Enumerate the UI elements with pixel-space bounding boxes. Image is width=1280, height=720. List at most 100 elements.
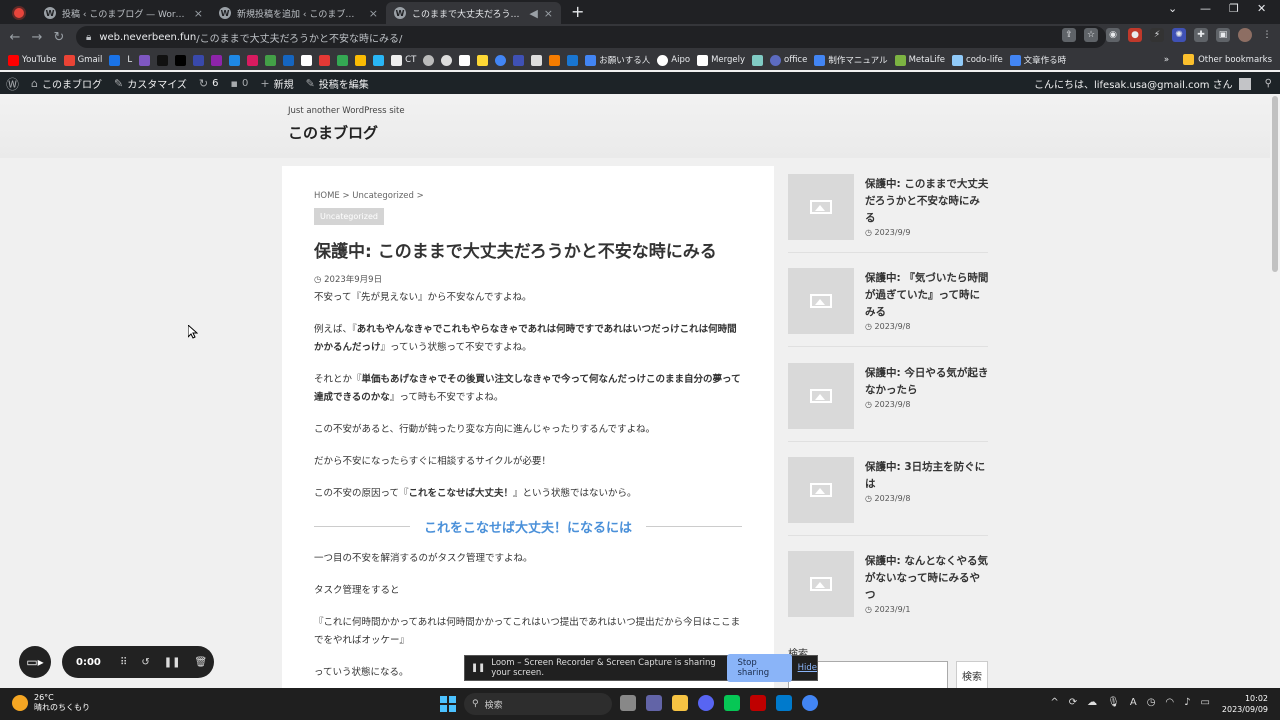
discord-icon[interactable] xyxy=(698,695,714,711)
bookmark-star-icon[interactable]: ☆ xyxy=(1084,28,1098,42)
puzzle-icon[interactable]: ✚ xyxy=(1194,28,1208,42)
bookmark-icon-item[interactable] xyxy=(423,54,435,66)
line-icon[interactable] xyxy=(724,695,740,711)
file-explorer-icon[interactable] xyxy=(672,695,688,711)
bookmark-icon-item[interactable] xyxy=(139,54,151,66)
tab-posts[interactable]: W 投稿 ‹ このまブログ — WordPress × xyxy=(36,2,211,24)
pause-icon[interactable]: ❚❚ xyxy=(164,657,181,668)
wp-customize-link[interactable]: ✎ カスタマイズ xyxy=(108,76,193,91)
microphone-icon[interactable]: 🎙︎ xyxy=(1107,697,1120,708)
trash-icon[interactable]: 🗑︎ xyxy=(194,657,207,668)
cloud-icon[interactable]: ☁ xyxy=(1087,697,1097,708)
bookmark-icon-item[interactable] xyxy=(495,54,507,66)
task-view-icon[interactable] xyxy=(620,695,636,711)
bookmark-icon-item[interactable] xyxy=(567,54,579,66)
category-badge[interactable]: Uncategorized xyxy=(314,208,384,225)
hide-button[interactable]: Hide xyxy=(798,663,817,673)
clock-app-icon[interactable]: ◷ xyxy=(1147,697,1156,708)
bookmark-icon-item[interactable] xyxy=(355,54,367,66)
post-thumbnail-placeholder[interactable] xyxy=(788,363,854,429)
wp-new-link[interactable]: + 新規 xyxy=(254,76,299,91)
share-icon[interactable]: ⇪ xyxy=(1062,28,1076,42)
close-tab-icon[interactable]: × xyxy=(194,7,203,20)
page-scrollbar[interactable] xyxy=(1270,94,1280,688)
bookmark-icon-item[interactable] xyxy=(319,54,331,66)
bookmark-ct[interactable]: CT xyxy=(391,54,416,66)
filezilla-icon[interactable] xyxy=(750,695,766,711)
post-thumbnail-placeholder[interactable] xyxy=(788,268,854,334)
close-tab-icon[interactable]: × xyxy=(544,7,553,20)
recent-post-title[interactable]: 保護中: なんとなくやる気がないなって時にみるやつ xyxy=(865,553,989,604)
bookmark-icon-item[interactable] xyxy=(211,54,223,66)
sidepanel-icon[interactable]: ▣ xyxy=(1216,28,1230,42)
wifi-icon[interactable]: ◠ xyxy=(1165,697,1174,708)
stop-sharing-button[interactable]: Stop sharing xyxy=(727,654,792,682)
post-thumbnail-placeholder[interactable] xyxy=(788,174,854,240)
extension-icon[interactable]: ⚡ xyxy=(1150,28,1164,42)
close-window-button[interactable]: ✕ xyxy=(1257,2,1266,15)
camera-extension-icon[interactable]: ◉ xyxy=(1106,28,1120,42)
minimize-button[interactable]: — xyxy=(1200,2,1211,15)
bookmark-icon-item[interactable] xyxy=(193,54,205,66)
breadcrumb[interactable]: HOME > Uncategorized > xyxy=(314,191,742,201)
recent-post-title[interactable]: 保護中: 3日坊主を防ぐには xyxy=(865,459,989,493)
wp-comments-link[interactable]: ▪ 0 xyxy=(225,77,255,90)
ime-icon[interactable]: A xyxy=(1130,697,1137,708)
bookmark-icon-item[interactable] xyxy=(337,54,349,66)
bookmark-icon-item[interactable] xyxy=(513,54,525,66)
bookmark-manual[interactable]: 制作マニュアル xyxy=(814,54,888,66)
vscode-icon[interactable] xyxy=(776,695,792,711)
recent-post-title[interactable]: 保護中: 今日やる気が起きなかったら xyxy=(865,365,989,399)
forward-icon[interactable]: → xyxy=(26,30,48,45)
bookmark-icon-item[interactable] xyxy=(301,54,313,66)
bookmark-icon-item[interactable] xyxy=(549,54,561,66)
avatar[interactable] xyxy=(1238,77,1251,90)
bookmark-codo-life[interactable]: codo-life xyxy=(952,54,1003,66)
restore-button[interactable]: ❐ xyxy=(1229,2,1239,15)
bookmark-l[interactable]: L xyxy=(127,55,132,65)
bookmark-icon-item[interactable] xyxy=(441,54,453,66)
chevron-right-icon[interactable]: » xyxy=(1164,55,1169,65)
bookmark-metalife[interactable]: MetaLife xyxy=(894,54,945,66)
bookmark-icon-item[interactable] xyxy=(265,54,277,66)
recent-post-title[interactable]: 保護中: このままで大丈夫だろうかと不安な時にみる xyxy=(865,176,989,227)
url-bar[interactable]: 🔒︎ web.neverbeen.fun /このままで大丈夫だろうかと不安な時に… xyxy=(76,26,1106,48)
tab-current-post[interactable]: W このままで大丈夫だろうかと不安 ◀ × xyxy=(386,2,561,24)
reload-icon[interactable]: ↻ xyxy=(48,30,70,45)
other-bookmarks[interactable]: » Other bookmarks xyxy=(1164,54,1272,65)
taskbar-clock[interactable]: 10:02 2023/09/09 xyxy=(1222,693,1268,715)
bookmark-icon-item[interactable] xyxy=(373,54,385,66)
recent-post-title[interactable]: 保護中: 『気づいたら時間が過ぎていた』って時にみる xyxy=(865,270,989,321)
wp-logo-icon[interactable]: Ⓦ xyxy=(0,74,25,93)
bookmark-icon-item[interactable] xyxy=(752,54,764,66)
bookmark-icon-item[interactable] xyxy=(477,54,489,66)
extension-icon[interactable]: ● xyxy=(1128,28,1142,42)
bookmark-icon-item[interactable] xyxy=(247,54,259,66)
drag-handle-icon[interactable]: ⠿ xyxy=(120,657,127,668)
bookmark-icon-item[interactable] xyxy=(175,54,187,66)
bookmark-mergely[interactable]: Mergely xyxy=(697,54,745,66)
wp-account-greeting[interactable]: こんにちは、lifesak.usa@gmail.com さん xyxy=(1034,76,1233,91)
tab-new-post[interactable]: W 新規投稿を追加 ‹ このまブログ — W × xyxy=(211,2,386,24)
wp-updates-link[interactable]: ↻ 6 xyxy=(193,77,225,90)
taskbar-search[interactable]: ⚲ 検索 xyxy=(464,693,612,715)
profile-avatar[interactable] xyxy=(1238,28,1252,42)
bookmark-aipo[interactable]: Aipo xyxy=(657,54,690,66)
teams-icon[interactable] xyxy=(646,695,662,711)
extension-icon[interactable]: ✺ xyxy=(1172,28,1186,42)
bookmark-icon-item[interactable] xyxy=(283,54,295,66)
site-title[interactable]: このまブログ xyxy=(288,122,378,143)
bookmark-icon-item[interactable] xyxy=(229,54,241,66)
restart-icon[interactable]: ↺ xyxy=(141,657,149,668)
wp-site-link[interactable]: ⌂ このまブログ xyxy=(25,76,108,91)
bookmark-gmail[interactable]: Gmail xyxy=(63,54,102,66)
windows-start-icon[interactable] xyxy=(440,696,456,712)
chevron-up-icon[interactable]: ^ xyxy=(1050,697,1058,708)
sync-icon[interactable]: ⟳ xyxy=(1069,697,1077,708)
bookmark-bunsho[interactable]: 文章作る時 xyxy=(1009,54,1066,66)
bookmark-office[interactable]: office xyxy=(770,54,807,66)
new-tab-button[interactable]: + xyxy=(561,2,594,24)
battery-icon[interactable]: ▭ xyxy=(1201,697,1210,708)
loom-camera-button[interactable]: ▭▸ xyxy=(19,646,51,678)
wp-edit-link[interactable]: ✎ 投稿を編集 xyxy=(300,76,375,91)
